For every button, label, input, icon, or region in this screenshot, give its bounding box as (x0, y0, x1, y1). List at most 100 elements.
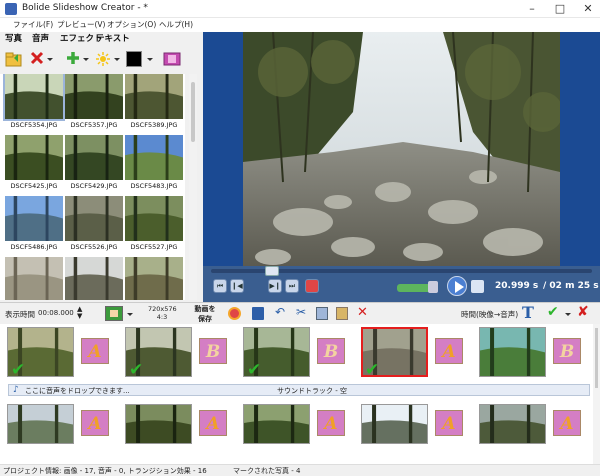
paste-icon[interactable] (336, 307, 348, 320)
timeline-toolbar: 表示時間 00:08.000 ▲ ▼ 720x576 4:3 動画を 保存 ↶ ✂… (0, 302, 600, 324)
color-dropdown-icon[interactable] (146, 51, 154, 67)
check-icon[interactable]: ✔ (547, 304, 559, 320)
rewind-icon[interactable]: ⏮ (213, 279, 227, 293)
timeline-scrollbar[interactable] (593, 324, 600, 464)
previous-icon[interactable]: ❙◀ (230, 279, 244, 293)
record-icon[interactable] (228, 307, 241, 320)
transition-effect[interactable]: A (81, 338, 109, 364)
aspect-ratio: 4:3 (156, 313, 168, 321)
fast-forward-icon[interactable]: ⏭ (285, 279, 299, 293)
total-time: / 02 m 25 s (543, 281, 599, 291)
undo-icon[interactable]: ↶ (275, 305, 285, 319)
open-folder-icon[interactable] (5, 51, 22, 67)
maximize-button[interactable]: □ (546, 0, 574, 18)
add-icon[interactable] (66, 51, 82, 67)
photo-thumbnail[interactable] (5, 257, 63, 300)
photo-thumbnail[interactable] (5, 135, 63, 180)
duration-label: 表示時間 (5, 310, 35, 319)
slide-marked-check-icon[interactable]: ✔ (247, 360, 261, 380)
stop-icon[interactable] (305, 279, 319, 293)
delete-dropdown-icon[interactable] (46, 51, 54, 67)
transition-effect[interactable]: B (317, 338, 345, 364)
seek-handle[interactable] (264, 266, 279, 276)
photo-thumbnail[interactable] (125, 257, 183, 300)
media-tabs: 写真 音声 エフェクト テキスト (0, 32, 200, 45)
timeline-slide[interactable] (243, 404, 310, 444)
duration-input[interactable]: 00:08.000 (38, 309, 74, 317)
timeline-slide[interactable] (7, 404, 74, 444)
photo-thumbnail[interactable] (65, 257, 123, 300)
save-project-icon[interactable] (252, 307, 264, 320)
save-video-button[interactable]: 動画を 保存 (193, 304, 217, 324)
photo-filename: DSCF5357.JPG (70, 121, 118, 129)
transition-effect[interactable]: A (435, 410, 463, 436)
background-color-swatch[interactable] (126, 51, 142, 67)
tab-audio[interactable]: 音声 (32, 32, 49, 44)
play-button[interactable] (447, 276, 467, 296)
photo-thumbnail-grid: DSCF5354.JPG DSCF5357.JPG DSCF5389.JPG DSCF… (0, 74, 185, 300)
slide-marked-check-icon[interactable]: ✔ (129, 360, 143, 380)
transition-letter: A (206, 414, 220, 434)
close-button[interactable]: ✕ (574, 0, 600, 18)
timeline-slide[interactable] (125, 404, 192, 444)
photo-thumbnail[interactable] (3, 74, 65, 121)
timeline-slide[interactable] (479, 404, 546, 444)
cut-icon[interactable]: ✂ (296, 305, 306, 319)
photo-thumbnail[interactable] (65, 196, 123, 241)
transition-effect[interactable]: A (81, 410, 109, 436)
slide-marked-check-icon[interactable]: ✔ (11, 360, 25, 380)
time-mode-label: 時間(映像→音声) (461, 310, 519, 319)
transition-effect[interactable]: A (317, 410, 345, 436)
soundtrack-status: サウンドトラック - 空 (277, 387, 347, 395)
thumbnail-scrollbar[interactable] (189, 74, 197, 300)
menu-help[interactable]: ヘルプ(H) (159, 19, 193, 30)
slide-marked-check-icon[interactable]: ✔ (365, 360, 379, 380)
transition-effect[interactable]: A (199, 410, 227, 436)
window-title: Bolide Slideshow Creator - * (22, 3, 148, 13)
transition-effect[interactable]: B (199, 338, 227, 364)
check-dropdown-icon[interactable] (564, 306, 572, 322)
menu-options[interactable]: オプション(O) (107, 19, 156, 30)
photo-thumbnail[interactable] (65, 74, 123, 119)
transition-letter: B (559, 342, 575, 362)
next-icon[interactable]: ▶❙ (268, 279, 282, 293)
tab-photos[interactable]: 写真 (5, 32, 22, 44)
transition-letter: A (442, 414, 456, 434)
effects-dropdown-icon[interactable] (113, 51, 121, 67)
delete-slide-icon[interactable]: ✕ (357, 305, 368, 320)
photo-thumbnail[interactable] (125, 135, 183, 180)
filmstrip-icon[interactable] (163, 51, 181, 67)
timeline-slide[interactable] (479, 327, 546, 377)
tab-text[interactable]: テキスト (96, 32, 130, 44)
photo-thumbnail[interactable] (125, 196, 183, 241)
minimize-button[interactable]: – (518, 0, 546, 18)
transition-effect[interactable]: A (435, 338, 463, 364)
add-dropdown-icon[interactable] (82, 51, 90, 67)
menu-preview[interactable]: プレビュー(V) (57, 19, 105, 30)
photo-filename: DSCF5483.JPG (130, 182, 178, 190)
fullscreen-icon[interactable] (471, 280, 484, 293)
menu-file[interactable]: ファイル(F) (13, 19, 53, 30)
picture-in-frame-icon[interactable] (105, 306, 123, 321)
volume-handle[interactable] (428, 281, 438, 293)
preview-photo (243, 32, 560, 266)
photo-thumbnail[interactable] (5, 196, 63, 241)
effects-star-icon[interactable] (95, 51, 111, 67)
transition-letter: A (560, 414, 574, 434)
uncheck-icon[interactable]: ✘ (577, 304, 589, 320)
copy-icon[interactable] (316, 307, 328, 320)
volume-slider[interactable] (397, 284, 432, 292)
duration-spinner[interactable]: ▲ ▼ (77, 306, 85, 320)
timeline-slide[interactable] (361, 404, 428, 444)
music-note-icon: ♪ (13, 385, 19, 395)
photo-thumbnail[interactable] (65, 135, 123, 180)
transition-effect[interactable]: A (553, 410, 581, 436)
app-icon (5, 3, 17, 15)
photo-thumbnail[interactable] (125, 74, 183, 119)
soundtrack-bar[interactable]: ♪ ここに音声をドロップできます... サウンドトラック - 空 (8, 384, 590, 396)
delete-icon[interactable] (30, 51, 46, 67)
transition-effect[interactable]: B (553, 338, 581, 364)
photo-filename: DSCF5527.JPG (130, 243, 178, 251)
text-tool-icon[interactable]: T (522, 303, 534, 322)
frame-dropdown-icon[interactable] (126, 306, 134, 322)
